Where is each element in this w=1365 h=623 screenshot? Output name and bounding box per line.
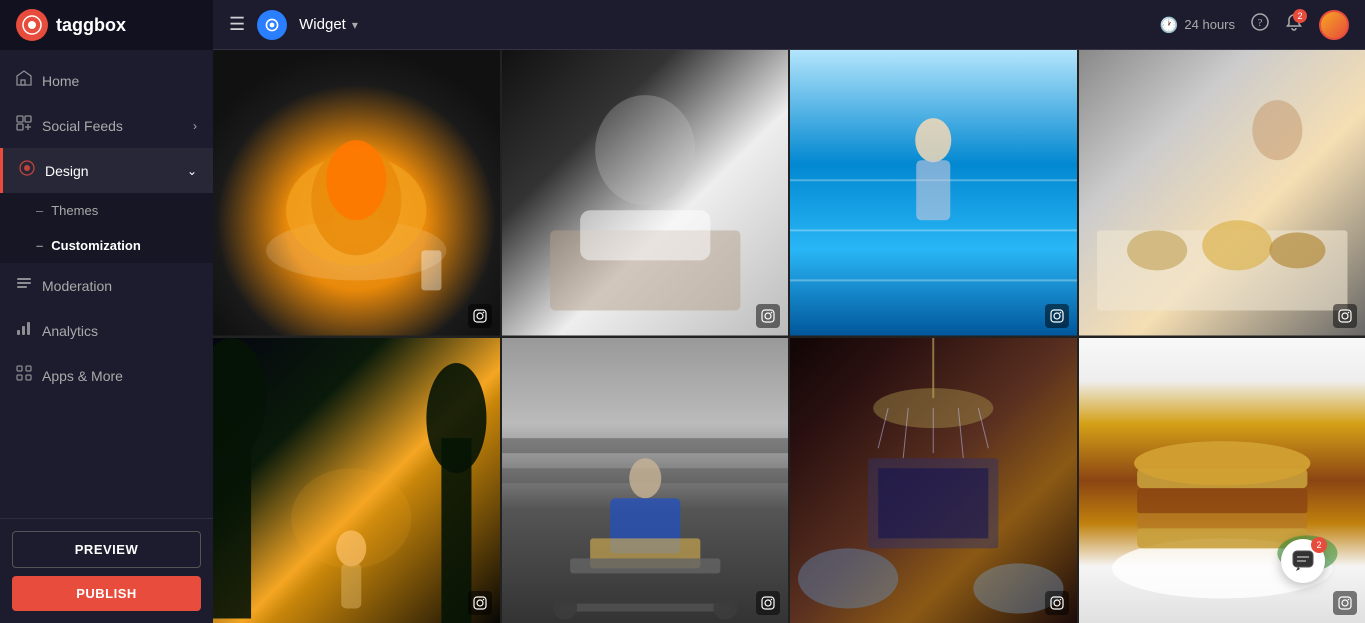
topbar: ☰ Widget ▾ 🕐 24 hours ?	[213, 0, 1365, 50]
sidebar-label-analytics: Analytics	[42, 323, 98, 339]
widget-chevron: ▾	[352, 18, 358, 32]
publish-button[interactable]: PUBLISH	[12, 576, 201, 611]
hamburger-icon[interactable]: ☰	[229, 14, 245, 35]
time-label: 24 hours	[1184, 17, 1235, 32]
instagram-badge-7	[1045, 591, 1069, 615]
notification-count: 2	[1293, 9, 1307, 23]
image-grid	[213, 50, 1365, 623]
widget-label[interactable]: Widget ▾	[299, 16, 358, 33]
sidebar-bottom: PREVIEW PUBLISH	[0, 518, 213, 623]
instagram-badge-3	[1045, 304, 1069, 328]
sidebar: taggbox Home S	[0, 0, 213, 623]
sidebar-item-customization[interactable]: – Customization	[0, 228, 213, 263]
social-feeds-icon	[16, 115, 32, 136]
sidebar-item-analytics[interactable]: Analytics	[0, 308, 213, 353]
help-icon[interactable]: ?	[1251, 13, 1269, 36]
instagram-badge-6	[756, 591, 780, 615]
sidebar-label-moderation: Moderation	[42, 278, 112, 294]
customization-dash: –	[36, 238, 43, 253]
design-chevron: ⌄	[187, 164, 197, 178]
preview-button[interactable]: PREVIEW	[12, 531, 201, 568]
clock-icon: 🕐	[1160, 16, 1179, 34]
sidebar-label-social-feeds: Social Feeds	[42, 118, 123, 134]
instagram-badge-5	[468, 591, 492, 615]
main-content: ☰ Widget ▾ 🕐 24 hours ?	[213, 0, 1365, 623]
widget-icon	[257, 10, 287, 40]
chat-badge-count: 2	[1311, 537, 1327, 553]
sidebar-logo: taggbox	[0, 0, 213, 50]
sidebar-item-design[interactable]: Design ⌄	[0, 148, 213, 193]
apps-more-icon	[16, 365, 32, 386]
grid-cell-2[interactable]	[502, 50, 789, 336]
sidebar-item-themes[interactable]: – Themes	[0, 193, 213, 228]
user-avatar[interactable]	[1319, 10, 1349, 40]
sidebar-item-social-feeds[interactable]: Social Feeds ›	[0, 103, 213, 148]
social-feeds-chevron: ›	[193, 119, 197, 133]
grid-cell-3[interactable]	[790, 50, 1077, 336]
notification-bell[interactable]: 2	[1285, 13, 1303, 36]
chat-bubble[interactable]: 2	[1281, 539, 1325, 583]
home-icon	[16, 70, 32, 91]
grid-cell-5[interactable]	[213, 338, 500, 623]
instagram-badge-2	[756, 304, 780, 328]
sidebar-label-design: Design	[45, 163, 89, 179]
instagram-badge-4	[1333, 304, 1357, 328]
svg-text:?: ?	[1258, 17, 1263, 29]
sidebar-item-moderation[interactable]: Moderation	[0, 263, 213, 308]
analytics-icon	[16, 320, 32, 341]
sidebar-nav: Home Social Feeds ›	[0, 50, 213, 518]
moderation-icon	[16, 275, 32, 296]
instagram-badge-1	[468, 304, 492, 328]
sidebar-label-apps-more: Apps & More	[42, 368, 123, 384]
topbar-right: 🕐 24 hours ? 2	[1160, 10, 1349, 40]
sidebar-label-themes: Themes	[51, 203, 98, 218]
grid-cell-6[interactable]	[502, 338, 789, 623]
sidebar-label-customization: Customization	[51, 238, 141, 253]
grid-cell-4[interactable]	[1079, 50, 1365, 336]
themes-dash: –	[36, 203, 43, 218]
logo-icon	[16, 9, 48, 41]
grid-cell-1[interactable]	[213, 50, 500, 336]
time-selector[interactable]: 🕐 24 hours	[1160, 16, 1235, 34]
logo-text: taggbox	[56, 15, 126, 36]
sidebar-label-home: Home	[42, 73, 79, 89]
grid-cell-7[interactable]	[790, 338, 1077, 623]
sidebar-item-apps-more[interactable]: Apps & More	[0, 353, 213, 398]
sidebar-item-home[interactable]: Home	[0, 58, 213, 103]
design-icon	[19, 160, 35, 181]
design-sub-nav: – Themes – Customization	[0, 193, 213, 263]
